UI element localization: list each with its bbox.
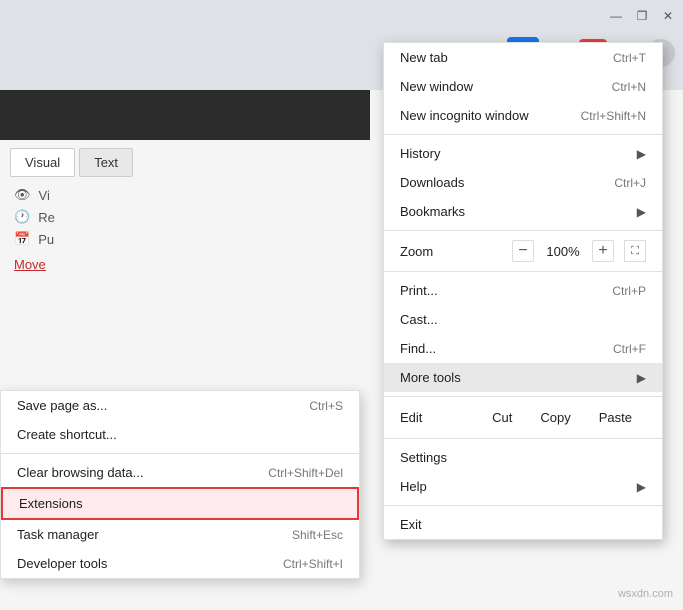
menu-label-print: Print... [400,283,438,298]
menu-divider-1 [384,134,662,135]
edit-row: Edit Cut Copy Paste [384,401,662,434]
menu-item-history[interactable]: History ▶ [384,139,662,168]
history-icon: 🕐 [14,209,30,225]
menu-item-exit[interactable]: Exit [384,510,662,539]
brand-watermark: wsxdn.com [618,588,673,600]
menu-shortcut-new-window: Ctrl+N [612,80,646,94]
zoom-fullscreen-button[interactable]: ⛶ [624,240,646,262]
menu-divider-4 [384,396,662,397]
menu-label-new-window: New window [400,79,473,94]
menu-item-new-window[interactable]: New window Ctrl+N [384,72,662,101]
menu-item-settings[interactable]: Settings [384,443,662,472]
menu-label-settings: Settings [400,450,447,465]
menu-label-incognito: New incognito window [400,108,529,123]
dark-header-bar [0,90,370,140]
menu-label-new-tab: New tab [400,50,448,65]
left-menu-label-clear: Clear browsing data... [17,465,143,480]
calendar-text: Pu [38,232,54,247]
zoom-row: Zoom − 100% + ⛶ [384,235,662,267]
menu-label-bookmarks: Bookmarks [400,204,465,219]
menu-shortcut-find: Ctrl+F [613,342,646,356]
menu-shortcut-downloads: Ctrl+J [614,176,646,190]
paste-button[interactable]: Paste [585,405,646,430]
left-context-menu: Save page as... Ctrl+S Create shortcut..… [0,390,360,579]
menu-item-print[interactable]: Print... Ctrl+P [384,276,662,305]
left-menu-label-save: Save page as... [17,398,107,413]
left-menu-shortcut-save: Ctrl+S [309,399,343,413]
left-menu-item-devtools[interactable]: Developer tools Ctrl+Shift+I [1,549,359,578]
zoom-in-button[interactable]: + [592,240,614,262]
calendar-icon: 📅 [14,231,30,247]
menu-item-cast[interactable]: Cast... [384,305,662,334]
title-bar: — ❐ ✕ [0,0,683,32]
menu-arrow-history: ▶ [637,147,646,161]
menu-item-help[interactable]: Help ▶ [384,472,662,501]
menu-item-new-tab[interactable]: New tab Ctrl+T [384,43,662,72]
copy-button[interactable]: Copy [526,405,584,430]
zoom-label: Zoom [400,244,504,259]
menu-divider-6 [384,505,662,506]
left-menu-item-task-manager[interactable]: Task manager Shift+Esc [1,520,359,549]
left-menu-item-save[interactable]: Save page as... Ctrl+S [1,391,359,420]
close-button[interactable]: ✕ [661,9,675,23]
eye-text: Vi [39,188,50,203]
context-menu: New tab Ctrl+T New window Ctrl+N New inc… [383,42,663,540]
menu-label-help: Help [400,479,427,494]
minimize-button[interactable]: — [609,9,623,23]
left-menu-item-extensions[interactable]: Extensions [1,487,359,520]
tab-text[interactable]: Text [79,148,133,177]
menu-divider-2 [384,230,662,231]
menu-shortcut-print: Ctrl+P [612,284,646,298]
menu-shortcut-new-tab: Ctrl+T [613,51,646,65]
menu-item-more-tools[interactable]: More tools ▶ [384,363,662,392]
menu-label-cast: Cast... [400,312,438,327]
menu-arrow-bookmarks: ▶ [637,205,646,219]
history-text: Re [38,210,55,225]
edit-buttons: Cut Copy Paste [478,405,646,430]
cut-button[interactable]: Cut [478,405,526,430]
tab-visual[interactable]: Visual [10,148,75,177]
edit-label: Edit [400,410,478,425]
left-menu-shortcut-task-manager: Shift+Esc [292,528,343,542]
menu-item-find[interactable]: Find... Ctrl+F [384,334,662,363]
left-menu-shortcut-clear: Ctrl+Shift+Del [268,466,343,480]
menu-item-downloads[interactable]: Downloads Ctrl+J [384,168,662,197]
menu-item-bookmarks[interactable]: Bookmarks ▶ [384,197,662,226]
menu-shortcut-incognito: Ctrl+Shift+N [581,109,646,123]
menu-divider-5 [384,438,662,439]
menu-arrow-help: ▶ [637,480,646,494]
menu-item-incognito[interactable]: New incognito window Ctrl+Shift+N [384,101,662,130]
left-menu-label-shortcut: Create shortcut... [17,427,117,442]
menu-label-downloads: Downloads [400,175,464,190]
eye-icon: 👁 [14,187,31,203]
left-menu-label-devtools: Developer tools [17,556,107,571]
left-menu-label-task-manager: Task manager [17,527,99,542]
zoom-percentage: 100% [544,244,582,259]
menu-label-more-tools: More tools [400,370,461,385]
menu-label-exit: Exit [400,517,422,532]
menu-label-find: Find... [400,341,436,356]
left-menu-label-extensions: Extensions [19,496,83,511]
menu-divider-3 [384,271,662,272]
menu-label-history: History [400,146,440,161]
zoom-control: − 100% + ⛶ [512,240,646,262]
left-menu-divider [1,453,359,454]
left-menu-item-shortcut[interactable]: Create shortcut... [1,420,359,449]
menu-arrow-more-tools: ▶ [637,371,646,385]
left-menu-item-clear[interactable]: Clear browsing data... Ctrl+Shift+Del [1,458,359,487]
left-menu-shortcut-devtools: Ctrl+Shift+I [283,557,343,571]
maximize-button[interactable]: ❐ [635,9,649,23]
zoom-out-button[interactable]: − [512,240,534,262]
